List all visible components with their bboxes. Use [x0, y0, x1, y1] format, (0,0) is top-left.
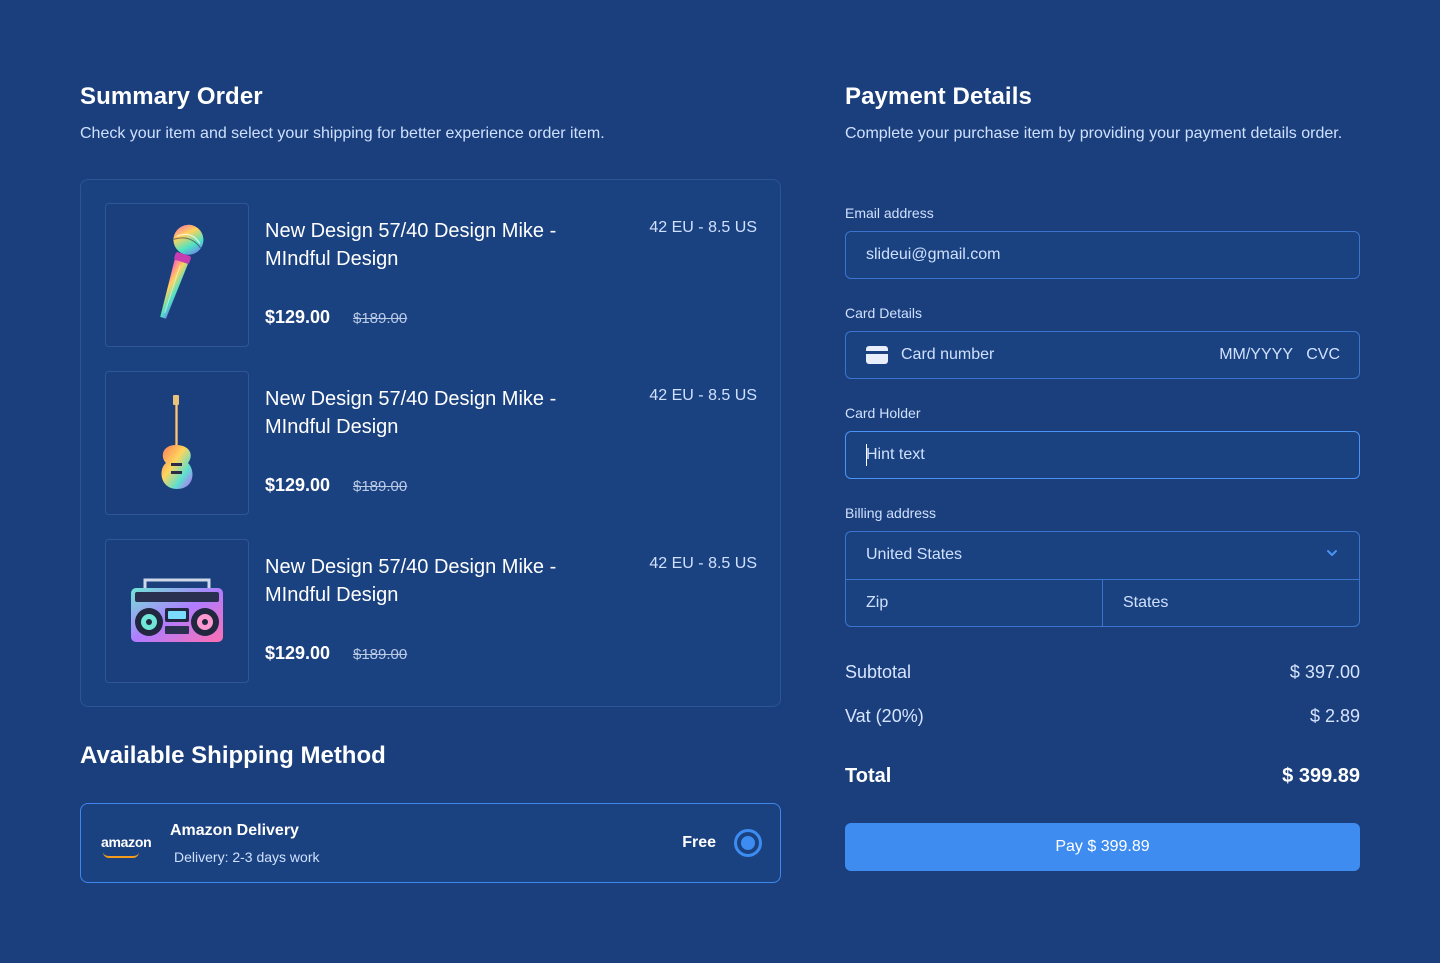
- subtotal-value: $ 397.00: [1289, 662, 1360, 682]
- order-item[interactable]: New Design 57/40 Design Mike - MIndful D…: [105, 371, 757, 515]
- states-field[interactable]: States: [1123, 594, 1168, 612]
- card-holder-field[interactable]: Hint text: [845, 431, 1360, 479]
- subtotal-label: Subtotal: [845, 662, 912, 682]
- divider: [1102, 580, 1103, 627]
- item-size: 42 EU - 8.5 US: [649, 555, 757, 572]
- vat-value: $ 2.89: [1309, 706, 1360, 726]
- pay-button[interactable]: Pay $ 399.89: [845, 823, 1360, 871]
- shipping-description: Delivery: 2-3 days work: [174, 849, 320, 865]
- billing-address-label: Billing address: [845, 505, 937, 521]
- item-thumbnail: [105, 371, 249, 515]
- guitar-image: [161, 395, 193, 489]
- card-expiry-placeholder[interactable]: MM/YYYY: [1219, 346, 1293, 364]
- amazon-smile-icon: [103, 852, 139, 858]
- card-holder-placeholder: Hint text: [866, 446, 925, 463]
- zip-field[interactable]: Zip: [866, 594, 888, 612]
- card-number-field[interactable]: Card number MM/YYYY CVC: [845, 331, 1360, 379]
- checkout-page: Summary Order Check your item and select…: [0, 0, 1440, 963]
- shipping-option-amazon[interactable]: amazon Amazon Delivery Delivery: 2-3 day…: [80, 803, 781, 883]
- item-size: 42 EU - 8.5 US: [649, 219, 757, 236]
- item-price: $129.00: [265, 307, 331, 327]
- item-price: $129.00: [265, 643, 331, 663]
- boombox-image: [131, 578, 223, 642]
- vat-label: Vat (20%): [845, 706, 924, 726]
- item-name: New Design 57/40 Design Mike - MIndful D…: [265, 556, 557, 606]
- email-field[interactable]: slideui@gmail.com: [845, 231, 1360, 279]
- item-old-price: $189.00: [353, 478, 408, 495]
- order-item[interactable]: New Design 57/40 Design Mike - MIndful D…: [105, 203, 757, 347]
- card-holder-label: Card Holder: [845, 405, 921, 421]
- total-label: Total: [845, 765, 892, 787]
- shipping-price: Free: [682, 834, 716, 851]
- item-size: 42 EU - 8.5 US: [649, 387, 757, 404]
- shipping-name: Amazon Delivery: [170, 822, 299, 839]
- payment-title: Payment Details: [845, 83, 1032, 110]
- payment-subtitle: Complete your purchase item by providing…: [845, 125, 1343, 142]
- credit-card-icon: [866, 346, 888, 364]
- country-select[interactable]: United States: [866, 546, 962, 564]
- item-price: $129.00: [265, 475, 331, 495]
- chevron-down-icon[interactable]: [1325, 546, 1339, 560]
- card-number-placeholder: Card number: [901, 346, 995, 363]
- email-value: slideui@gmail.com: [866, 246, 1001, 263]
- summary-order-section: Summary Order Check your item and select…: [80, 82, 781, 883]
- item-old-price: $189.00: [353, 646, 408, 663]
- shipping-radio-selected[interactable]: [734, 829, 762, 857]
- order-items-list: New Design 57/40 Design Mike - MIndful D…: [80, 179, 781, 707]
- card-details-label: Card Details: [845, 305, 923, 321]
- item-thumbnail: [105, 539, 249, 683]
- shipping-title: Available Shipping Method: [80, 742, 386, 769]
- summary-title: Summary Order: [80, 83, 263, 110]
- email-label: Email address: [845, 205, 934, 221]
- billing-address-group: United States Zip States: [845, 531, 1360, 627]
- order-item[interactable]: New Design 57/40 Design Mike - MIndful D…: [105, 539, 757, 683]
- item-name: New Design 57/40 Design Mike - MIndful D…: [265, 388, 557, 438]
- item-thumbnail: [105, 203, 249, 347]
- amazon-logo: amazon: [101, 834, 152, 850]
- item-name: New Design 57/40 Design Mike - MIndful D…: [265, 220, 557, 270]
- total-value: $ 399.89: [1282, 765, 1360, 787]
- item-old-price: $189.00: [353, 310, 408, 327]
- payment-details-section: Payment Details Complete your purchase i…: [845, 82, 1360, 871]
- microphone-image: [160, 224, 204, 319]
- summary-subtitle: Check your item and select your shipping…: [80, 125, 605, 142]
- card-cvc-placeholder[interactable]: CVC: [1306, 346, 1340, 364]
